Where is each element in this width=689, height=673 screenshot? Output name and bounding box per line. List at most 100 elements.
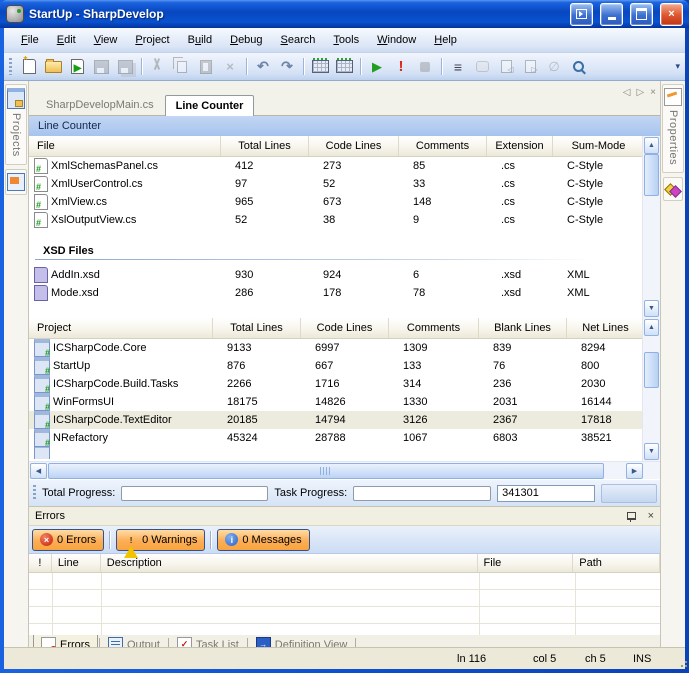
tab-close-icon[interactable]: ×	[650, 87, 656, 98]
save-all-button[interactable]	[114, 56, 136, 77]
scroll-up-icon[interactable]: ▲	[644, 319, 659, 336]
scrollbar-thumb[interactable]	[644, 352, 659, 388]
toolbox-pad-tab[interactable]	[663, 177, 683, 201]
tab-line-counter[interactable]: Line Counter	[165, 95, 255, 116]
tools-pad-tab[interactable]	[5, 169, 27, 195]
pin-icon[interactable]	[627, 512, 636, 520]
table-row[interactable]: #ICSharpCode.Build.Tasks 2266 1716 314 2…	[29, 375, 645, 393]
table-row[interactable]: AddIn.xsd 930 924 6 .xsd XML	[29, 266, 645, 284]
column-header-net-lines[interactable]: Net Lines	[567, 318, 645, 338]
column-header-extension[interactable]: Extension	[487, 136, 553, 156]
scrollbar-thumb[interactable]	[644, 154, 659, 196]
menu-tools[interactable]: Tools	[324, 30, 368, 50]
close-button[interactable]: ×	[660, 3, 683, 26]
horizontal-scrollbar[interactable]: ◀ ▶	[29, 461, 660, 479]
table-row[interactable]: Mode.xsd 286 178 78 .xsd XML	[29, 284, 645, 302]
build-project-button[interactable]	[333, 56, 355, 77]
column-header-total-lines[interactable]: Total Lines	[213, 318, 301, 338]
errors-filter-button[interactable]: × 0 Errors	[32, 529, 104, 551]
projects-pad-tab[interactable]: Projects	[5, 84, 27, 165]
clear-bookmarks-button[interactable]: ∅	[543, 56, 565, 77]
next-bookmark-button[interactable]: ▷	[519, 56, 541, 77]
column-header-total-lines[interactable]: Total Lines	[221, 136, 309, 156]
toolbar-grip[interactable]	[9, 58, 12, 75]
tab-scroll-right-icon[interactable]: ▷	[636, 87, 644, 98]
menu-search[interactable]: Search	[272, 30, 325, 50]
maximize-button[interactable]	[630, 3, 653, 26]
undo-button[interactable]: ↶	[252, 56, 274, 77]
column-header-description[interactable]: Description	[101, 554, 478, 572]
toggle-bookmark-button[interactable]	[471, 56, 493, 77]
build-solution-button[interactable]	[309, 56, 331, 77]
cut-button[interactable]	[147, 56, 169, 77]
column-header-project[interactable]: Project	[29, 318, 213, 338]
hash-icon: #	[36, 218, 41, 228]
scroll-left-icon[interactable]: ◀	[30, 463, 47, 479]
scrollbar-thumb[interactable]	[48, 463, 604, 479]
prev-bookmark-button[interactable]: ◁	[495, 56, 517, 77]
menu-view[interactable]: View	[85, 30, 127, 50]
titlebar[interactable]: StartUp - SharpDevelop ×	[0, 0, 689, 28]
menu-help[interactable]: Help	[425, 30, 466, 50]
column-header-line[interactable]: Line	[52, 554, 101, 572]
menu-project[interactable]: Project	[126, 30, 178, 50]
open-file-button[interactable]	[42, 56, 64, 77]
table-row[interactable]: #XmlSchemasPanel.cs 412 273 85 .cs C-Sty…	[29, 157, 645, 175]
minimize-button[interactable]	[600, 3, 623, 26]
table-row[interactable]: #ICSharpCode.Core 9133 6997 1309 839 829…	[29, 339, 645, 357]
float-window-button[interactable]	[570, 3, 593, 26]
save-button[interactable]	[90, 56, 112, 77]
tab-sharpdevelopmain[interactable]: SharpDevelopMain.cs	[35, 94, 165, 115]
file-table-scrollbar[interactable]: ▲ ▼	[642, 136, 660, 318]
new-project-button[interactable]: ▶	[66, 56, 88, 77]
scroll-right-icon[interactable]: ▶	[626, 463, 643, 479]
scroll-down-icon[interactable]: ▼	[644, 300, 659, 317]
column-header-blank-lines[interactable]: Blank Lines	[479, 318, 567, 338]
column-header-comments[interactable]: Comments	[389, 318, 479, 338]
menu-debug[interactable]: Debug	[221, 30, 271, 50]
run-button[interactable]: ▶	[366, 56, 388, 77]
column-header-comments[interactable]: Comments	[399, 136, 487, 156]
bookmark-list-button[interactable]: ≡	[447, 56, 469, 77]
table-row[interactable]: #XslOutputView.cs 52 38 9 .cs C-Style	[29, 211, 645, 229]
column-header-code-lines[interactable]: Code Lines	[309, 136, 399, 156]
copy-button[interactable]	[171, 56, 193, 77]
column-header-severity[interactable]: !	[29, 554, 52, 572]
hash-icon: #	[45, 420, 50, 429]
table-row-highlighted[interactable]: #ICSharpCode.TextEditor 20185 14794 3126…	[29, 411, 645, 429]
column-header-file[interactable]: File	[29, 136, 221, 156]
project-table-scrollbar[interactable]: ▲ ▼	[642, 318, 660, 461]
column-header-path[interactable]: Path	[573, 554, 660, 572]
column-header-code-lines[interactable]: Code Lines	[301, 318, 389, 338]
scroll-up-icon[interactable]: ▲	[644, 137, 659, 154]
table-row[interactable]: #NRefactory 45324 28788 1067 6803 38521	[29, 429, 645, 447]
menu-file[interactable]: File	[12, 30, 48, 50]
table-row[interactable]: #XmlUserControl.cs 97 52 33 .cs C-Style	[29, 175, 645, 193]
scroll-down-icon[interactable]: ▼	[644, 443, 659, 460]
menu-build[interactable]: Build	[179, 30, 221, 50]
toolbar-grip[interactable]	[33, 485, 36, 501]
menu-label: ools	[339, 34, 359, 46]
toolbar-overflow-button[interactable]: ▾	[675, 61, 680, 72]
close-icon[interactable]: ×	[648, 510, 654, 522]
column-header-sum-mode[interactable]: Sum-Mode	[553, 136, 645, 156]
messages-filter-button[interactable]: i 0 Messages	[217, 529, 309, 551]
menu-edit[interactable]: Edit	[48, 30, 85, 50]
table-row[interactable]: #StartUp 876 667 133 76 800	[29, 357, 645, 375]
properties-pad-tab[interactable]: Properties	[662, 84, 684, 173]
table-row[interactable]: #XmlView.cs 965 673 148 .cs C-Style	[29, 193, 645, 211]
column-header-file[interactable]: File	[478, 554, 574, 572]
table-row-clipped[interactable]	[29, 447, 645, 459]
menu-window[interactable]: Window	[368, 30, 425, 50]
paste-button[interactable]	[195, 56, 217, 77]
warnings-filter-button[interactable]: ! 0 Warnings	[116, 529, 205, 551]
tab-scroll-left-icon[interactable]: ◁	[623, 87, 631, 98]
abort-button[interactable]: !	[390, 56, 412, 77]
redo-button[interactable]: ↷	[276, 56, 298, 77]
search-button[interactable]	[567, 56, 589, 77]
stop-button[interactable]	[414, 56, 436, 77]
resize-grip[interactable]	[681, 665, 683, 667]
new-file-button[interactable]: *	[18, 56, 40, 77]
table-row[interactable]: #WinFormsUI 18175 14826 1330 2031 16144	[29, 393, 645, 411]
delete-button[interactable]: ×	[219, 56, 241, 77]
